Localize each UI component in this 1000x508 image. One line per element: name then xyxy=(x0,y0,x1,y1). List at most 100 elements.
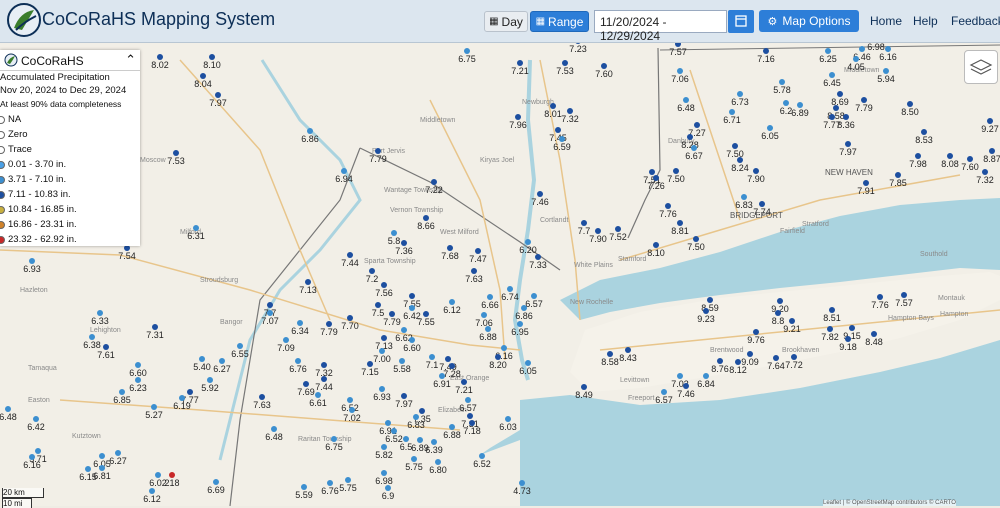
station-value-label: 6.59 xyxy=(553,142,571,152)
station-value-label: 6.86 xyxy=(301,134,319,144)
legend-item-label: Zero xyxy=(8,129,28,140)
station-value-label: 6.57 xyxy=(655,395,673,405)
legend-header[interactable]: CoCoRaHS ⌃ xyxy=(0,50,140,71)
station-value-label: 6.61 xyxy=(309,398,327,408)
station-value-label: 7.98 xyxy=(909,159,927,169)
station-value-label: 7.91 xyxy=(857,186,875,196)
station-value-label: 7.33 xyxy=(529,260,547,270)
station-value-label: 9.27 xyxy=(981,124,999,134)
station-value-label: 8.50 xyxy=(901,107,919,117)
station-value-label: 6.03 xyxy=(499,422,517,432)
station-value-label: 7.07 xyxy=(261,316,279,326)
map-canvas[interactable]: NEW HAVEN BRIDGEPORT Port Jervis Wantage… xyxy=(0,43,1000,506)
station-value-label: 6.16 xyxy=(879,52,897,62)
station-value-label: 8.12 xyxy=(729,365,747,375)
station-value-label: 7.64 xyxy=(767,361,785,371)
station-value-label: 5.92 xyxy=(201,383,219,393)
app-title: CoCoRaHS Mapping System xyxy=(42,9,276,29)
svg-text:Bangor: Bangor xyxy=(220,319,243,326)
svg-text:Fairfield: Fairfield xyxy=(780,228,805,235)
station-value-label: 7.50 xyxy=(667,174,685,184)
station-value-label: 6.39 xyxy=(425,445,443,455)
station-value-label: 7.13 xyxy=(299,285,317,295)
station-value-label: 7.76 xyxy=(871,300,889,310)
legend-title: CoCoRaHS xyxy=(21,54,84,68)
station-value-label: 7.82 xyxy=(821,332,839,342)
legend-swatch xyxy=(0,146,5,154)
svg-text:Hampton: Hampton xyxy=(940,311,969,318)
day-button[interactable]: ▦ Day xyxy=(484,11,528,32)
svg-text:Southold: Southold xyxy=(920,251,948,258)
cocorahs-small-logo xyxy=(4,53,18,67)
station-value-label: 6.12 xyxy=(143,494,161,504)
nav-help-link[interactable]: Help xyxy=(913,14,938,28)
station-value-label: 6.76 xyxy=(289,364,307,374)
nav-home-link[interactable]: Home xyxy=(870,14,902,28)
svg-text:West Milford: West Milford xyxy=(440,229,479,236)
station-value-label: 6.75 xyxy=(325,442,343,452)
station-value-label: 7.53 xyxy=(167,156,185,166)
station-value-label: 8.49 xyxy=(575,390,593,400)
svg-text:Sparta Township: Sparta Township xyxy=(364,258,416,265)
station-value-label: 7.79 xyxy=(369,154,387,164)
station-value-label: 7.2 xyxy=(366,274,379,284)
station-value-label: 7.61 xyxy=(97,350,115,360)
station-value-label: 6.38 xyxy=(83,340,101,350)
legend-date-range: Nov 20, 2024 to Dec 29, 2024 xyxy=(0,85,127,96)
station-value-label: 9.23 xyxy=(697,314,715,324)
station-value-label: 8.69 xyxy=(831,97,849,107)
station-value-label: 6.98 xyxy=(867,43,885,52)
station-value-label: 5.82 xyxy=(375,450,393,460)
legend-item-label: 16.86 - 23.31 in. xyxy=(8,219,77,230)
station-value-label: 218 xyxy=(164,478,179,488)
station-value-label: 6.60 xyxy=(129,368,147,378)
map-attribution[interactable]: Leaflet | © OpenStreetMap contributors ©… xyxy=(823,500,956,506)
station-value-label: 9.21 xyxy=(783,324,801,334)
cocorahs-logo[interactable] xyxy=(6,2,42,38)
date-range-input[interactable]: 11/20/2024 - 12/29/2024 xyxy=(594,10,727,43)
station-value-label: 7.46 xyxy=(677,389,695,399)
station-value-label: 5.75 xyxy=(339,483,357,493)
station-value-label: 6.23 xyxy=(129,383,147,393)
station-value-label: 5.58 xyxy=(393,364,411,374)
station-value-label: 6.98 xyxy=(375,476,393,486)
map-options-button[interactable]: ⚙ Map Options xyxy=(759,10,859,32)
station-value-label: 6.05 xyxy=(519,366,537,376)
chevron-up-icon[interactable]: ⌃ xyxy=(125,52,136,68)
station-value-label: 7.18 xyxy=(463,426,481,436)
station-value-label: 6.89 xyxy=(791,108,809,118)
station-value-label: 7.97 xyxy=(839,147,857,157)
legend-item-label: 3.71 - 7.10 in. xyxy=(8,174,67,185)
range-button[interactable]: ▦ Range xyxy=(530,11,589,32)
station-value-label: 6.19 xyxy=(173,401,191,411)
svg-text:Kiryas Joel: Kiryas Joel xyxy=(480,157,515,164)
calendar-picker-button[interactable] xyxy=(728,10,754,33)
station-value-label: 6.31 xyxy=(187,231,205,241)
station-value-label: 6.60 xyxy=(403,343,421,353)
layers-control-button[interactable] xyxy=(964,50,998,84)
legend-subtitle: Accumulated Precipitation xyxy=(0,72,110,83)
station-value-label: 6.48 xyxy=(0,412,17,422)
svg-text:Moscow: Moscow xyxy=(140,157,167,164)
svg-text:Stratford: Stratford xyxy=(802,221,829,228)
svg-text:New Rochelle: New Rochelle xyxy=(570,299,613,306)
legend-swatch xyxy=(0,206,5,214)
station-value-label: 5.78 xyxy=(773,85,791,95)
svg-text:Cortlandt: Cortlandt xyxy=(540,217,568,224)
station-value-label: 7.76 xyxy=(659,209,677,219)
legend-item-label: 7.11 - 10.83 in. xyxy=(8,189,71,200)
svg-text:Kutztown: Kutztown xyxy=(72,433,101,440)
station-value-label: 4.73 xyxy=(513,486,531,496)
station-value-label: 6.48 xyxy=(677,103,695,113)
station-value-label: 6.27 xyxy=(213,364,231,374)
legend-swatch xyxy=(0,236,5,244)
station-value-label: 7.55 xyxy=(417,317,435,327)
station-value-label: 6.16 xyxy=(23,460,41,470)
svg-text:White Plains: White Plains xyxy=(574,262,613,269)
svg-text:Tamaqua: Tamaqua xyxy=(28,365,57,372)
station-value-label: 7.63 xyxy=(465,274,483,284)
station-value-label: 7.44 xyxy=(315,382,333,392)
nav-feedback-link[interactable]: Feedback xyxy=(951,14,1000,28)
station-value-label: 6.91 xyxy=(433,379,451,389)
station-value-label: 8.10 xyxy=(647,248,665,258)
